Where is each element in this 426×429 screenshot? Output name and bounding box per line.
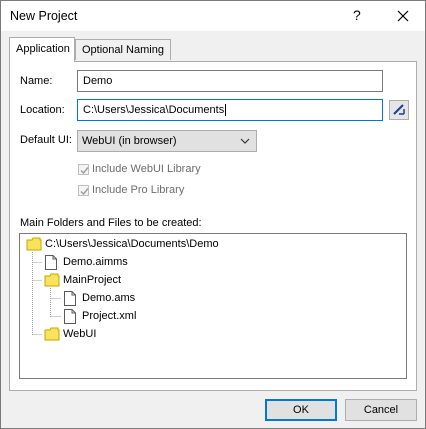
folder-icon — [44, 273, 60, 287]
checkmark-icon — [80, 167, 89, 175]
default-ui-label: Default UI: — [20, 134, 72, 146]
tab-application-label: Application — [16, 43, 70, 55]
tree-node-text: MainProject — [63, 274, 122, 286]
location-field[interactable]: C:\Users\Jessica\Documents — [77, 99, 383, 121]
checkmark-icon — [80, 188, 89, 196]
close-button[interactable] — [392, 5, 414, 27]
new-project-dialog: New Project ? Application Optional Namin… — [0, 0, 426, 429]
ok-button[interactable]: OK — [265, 399, 337, 421]
tree-node-text: WebUI — [63, 328, 97, 340]
folder-icon — [26, 237, 42, 251]
tree-label: Main Folders and Files to be created: — [20, 217, 202, 229]
name-field[interactable]: Demo — [77, 70, 383, 92]
tab-optional-naming[interactable]: Optional Naming — [75, 39, 171, 60]
tab-application[interactable]: Application — [9, 37, 75, 62]
tree-node-text: Demo.aimms — [63, 256, 128, 268]
browse-location-button[interactable] — [389, 100, 409, 120]
help-button[interactable]: ? — [353, 7, 361, 23]
close-icon — [397, 10, 409, 22]
tree-node-text: Demo.ams — [82, 292, 136, 304]
chevron-down-icon — [240, 138, 250, 144]
folder-tree[interactable]: C:\Users\Jessica\Documents\Demo Demo.aim… — [19, 233, 407, 379]
file-icon — [45, 255, 57, 270]
window-title: New Project — [10, 9, 78, 23]
text-caret — [225, 104, 227, 117]
tab-optional-naming-label: Optional Naming — [82, 44, 164, 56]
default-ui-select[interactable]: WebUI (in browser) — [77, 130, 257, 152]
location-field-value: C:\Users\Jessica\Documents — [83, 104, 225, 116]
default-ui-selected-value: WebUI (in browser) — [82, 135, 177, 147]
name-label: Name: — [20, 75, 53, 87]
cancel-button[interactable]: Cancel — [345, 399, 417, 421]
include-webui-box — [78, 164, 89, 175]
include-pro-box — [78, 185, 89, 196]
include-webui-label: Include WebUI Library — [92, 163, 201, 175]
location-label: Location: — [20, 104, 65, 116]
include-pro-label: Include Pro Library — [92, 184, 185, 196]
title-bar: New Project ? — [1, 1, 425, 31]
folder-icon — [44, 327, 60, 341]
name-field-value: Demo — [83, 75, 113, 87]
tree-node-text: Project.xml — [82, 310, 137, 322]
file-icon — [64, 291, 76, 306]
file-icon — [64, 309, 76, 324]
tree-node-text: C:\Users\Jessica\Documents\Demo — [45, 238, 219, 250]
browse-icon — [393, 104, 405, 115]
